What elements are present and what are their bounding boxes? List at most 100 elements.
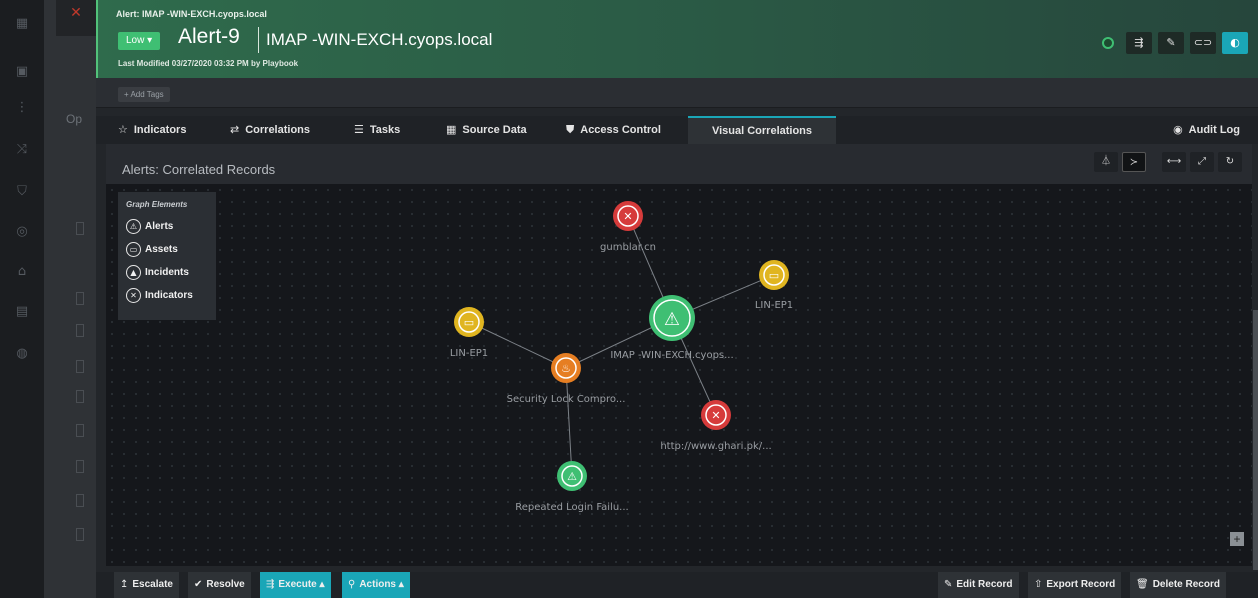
button-label: Actions [359,579,396,590]
tab-label: Indicators [133,124,187,136]
tab-correlations[interactable]: ⇄ Correlations [230,116,310,144]
background-op-label: Op [66,112,83,126]
tab-label: Visual Correlations [711,125,813,137]
tab-label: Audit Log [1188,124,1240,136]
force-layout-button[interactable]: ≻ [1122,152,1146,172]
tab-source-data[interactable]: ▦ Source Data [446,116,527,144]
bank-icon[interactable]: ⌂ [14,264,30,280]
link-button[interactable]: ⊂⊃ [1190,32,1216,54]
tab-label: Access Control [580,124,661,136]
row-checkbox[interactable] [76,424,84,437]
button-label: Execute [278,579,317,590]
zoom-in-button[interactable]: + [1230,532,1244,546]
tab-label: Correlations [245,124,311,136]
button-label: Escalate [132,579,173,590]
graph-node-alert[interactable]: ⚠ Repeated Login Failu... [515,461,629,513]
correlation-graph[interactable]: ⚠ IMAP -WIN-EXCH.cyops... ✕ gumblar.cn ▭ LIN-… [106,184,1252,566]
alert-icon: ⚠ [567,470,577,483]
workflow-icon: ⇶ [1134,36,1144,49]
tab-tasks[interactable]: ☰ Tasks [354,116,400,144]
actions-button[interactable]: ⚲ Actions ▴ [342,572,410,598]
tab-visual-correlations[interactable]: Visual Correlations [688,116,836,144]
dashboard-icon[interactable]: ▣ [14,64,30,80]
indicator-icon: ✕ [126,288,141,303]
alert-id: Alert-9 [178,25,240,48]
star-icon: ☆ [118,123,128,136]
export-record-button[interactable]: ⇧ Export Record [1028,572,1122,598]
row-checkbox[interactable] [76,460,84,473]
link-icon: ⊂⊃ [1193,36,1213,49]
comments-button[interactable]: ◐ [1222,32,1248,54]
graph-node-indicator[interactable]: ✕ http://www.ghari.pk/... [660,400,772,452]
workflow-button[interactable]: ⇶ [1126,32,1152,54]
legend-item-incidents: ▲ Incidents [126,261,208,284]
hierarchy-icon: ⏃ [1101,156,1111,167]
chevron-up-icon: ▴ [319,579,325,590]
row-checkbox[interactable] [76,292,84,305]
edit-record-button[interactable]: ✎ Edit Record [938,572,1019,598]
graph-node-alert[interactable]: ⚠ IMAP -WIN-EXCH.cyops... [610,295,734,361]
asset-icon: ▭ [769,269,779,282]
graph-legend: Graph Elements ⚠ Alerts ▭ Assets ▲ Incident… [118,192,216,320]
row-checkbox[interactable] [76,528,84,541]
row-checkbox[interactable] [76,494,84,507]
row-checkbox[interactable] [76,360,84,373]
tab-access-control[interactable]: ⛊ Access Control [566,116,661,144]
shuffle-icon[interactable]: ⤨ [14,142,30,158]
legend-item-label: Indicators [145,290,193,301]
fit-width-button[interactable]: ⟷ [1162,152,1186,172]
plus-icon: + [1233,532,1241,546]
expand-button[interactable]: ⤢ [1190,152,1214,172]
edit-button[interactable]: ✎ [1158,32,1184,54]
delete-record-button[interactable]: 🗑 Delete Record [1130,572,1226,598]
close-x-icon[interactable]: ✕ [56,0,96,36]
graph-canvas[interactable]: ⚠ IMAP -WIN-EXCH.cyops... ✕ gumblar.cn ▭ LIN-… [106,184,1252,566]
edit-icon: ✎ [944,579,953,590]
escalate-icon: ↥ [120,579,129,590]
chevron-down-icon: ▾ [147,35,153,46]
row-checkbox[interactable] [76,390,84,403]
severity-dropdown[interactable]: Low ▾ [118,32,161,50]
graph-toolbar: ⏃ ≻ ⟷ ⤢ ↻ [1094,152,1242,172]
node-label: gumblar.cn [600,242,656,253]
escalate-button[interactable]: ↥ Escalate [114,572,179,598]
tab-audit-log[interactable]: ◉ Audit Log [1173,116,1240,144]
add-tags-input[interactable]: + Add Tags [118,87,170,102]
button-label: Edit Record [956,579,1013,590]
legend-item-alerts: ⚠ Alerts [126,215,208,238]
graph-edge [468,321,567,369]
footer-actions: ↥ Escalate ✔ Resolve ⇶ Execute ▴ ⚲ Actions ▴… [96,572,1258,598]
resolve-button[interactable]: ✔ Resolve [188,572,251,598]
tag-bar: + Add Tags [96,78,1258,108]
graph-node-indicator[interactable]: ✕ gumblar.cn [600,201,656,253]
header-actions: ⇶ ✎ ⊂⊃ ◐ [1102,32,1248,54]
node-label: Security Lock Compro... [507,394,626,405]
expand-icon: ⤢ [1198,156,1206,167]
shield-icon[interactable]: ⛉ [14,184,30,200]
network-icon[interactable]: ⋮ [14,100,30,116]
chevron-up-icon: ▴ [398,579,404,590]
link-icon: ⚲ [348,579,356,590]
tab-indicators[interactable]: ☆ Indicators [118,116,186,144]
compass-icon[interactable]: ◎ [14,224,30,240]
refresh-button[interactable]: ↻ [1218,152,1242,172]
scrollbar[interactable] [1253,310,1258,570]
globe-icon[interactable]: ◍ [14,346,30,362]
graph-node-incident[interactable]: ♨ Security Lock Compro... [507,353,626,405]
indicator-icon: ✕ [711,409,720,422]
alert-icon: ⚠ [126,219,141,234]
chart-icon[interactable]: ▤ [14,304,30,320]
alert-detail-modal: Alert: IMAP -WIN-EXCH.cyops.local Low ▾ … [96,0,1258,598]
graph-node-asset[interactable]: ▭ LIN-EP1 [755,260,793,311]
button-label: Export Record [1046,579,1116,590]
table-icon: ▦ [446,123,457,136]
hierarchy-layout-button[interactable]: ⏃ [1094,152,1118,172]
graph-node-asset[interactable]: ▭ LIN-EP1 [450,307,488,359]
eye-icon: ◉ [1173,123,1183,136]
legend-item-label: Incidents [145,267,189,278]
app-root: ▦ ▣ ⋮ ⤨ ⛉ ◎ ⌂ ▤ ◍ ✕ Op Alert: IMAP -WIN-… [0,0,1258,598]
row-checkbox[interactable] [76,324,84,337]
grid-icon[interactable]: ▦ [14,16,30,32]
row-checkbox[interactable] [76,222,84,235]
execute-button[interactable]: ⇶ Execute ▴ [260,572,331,598]
